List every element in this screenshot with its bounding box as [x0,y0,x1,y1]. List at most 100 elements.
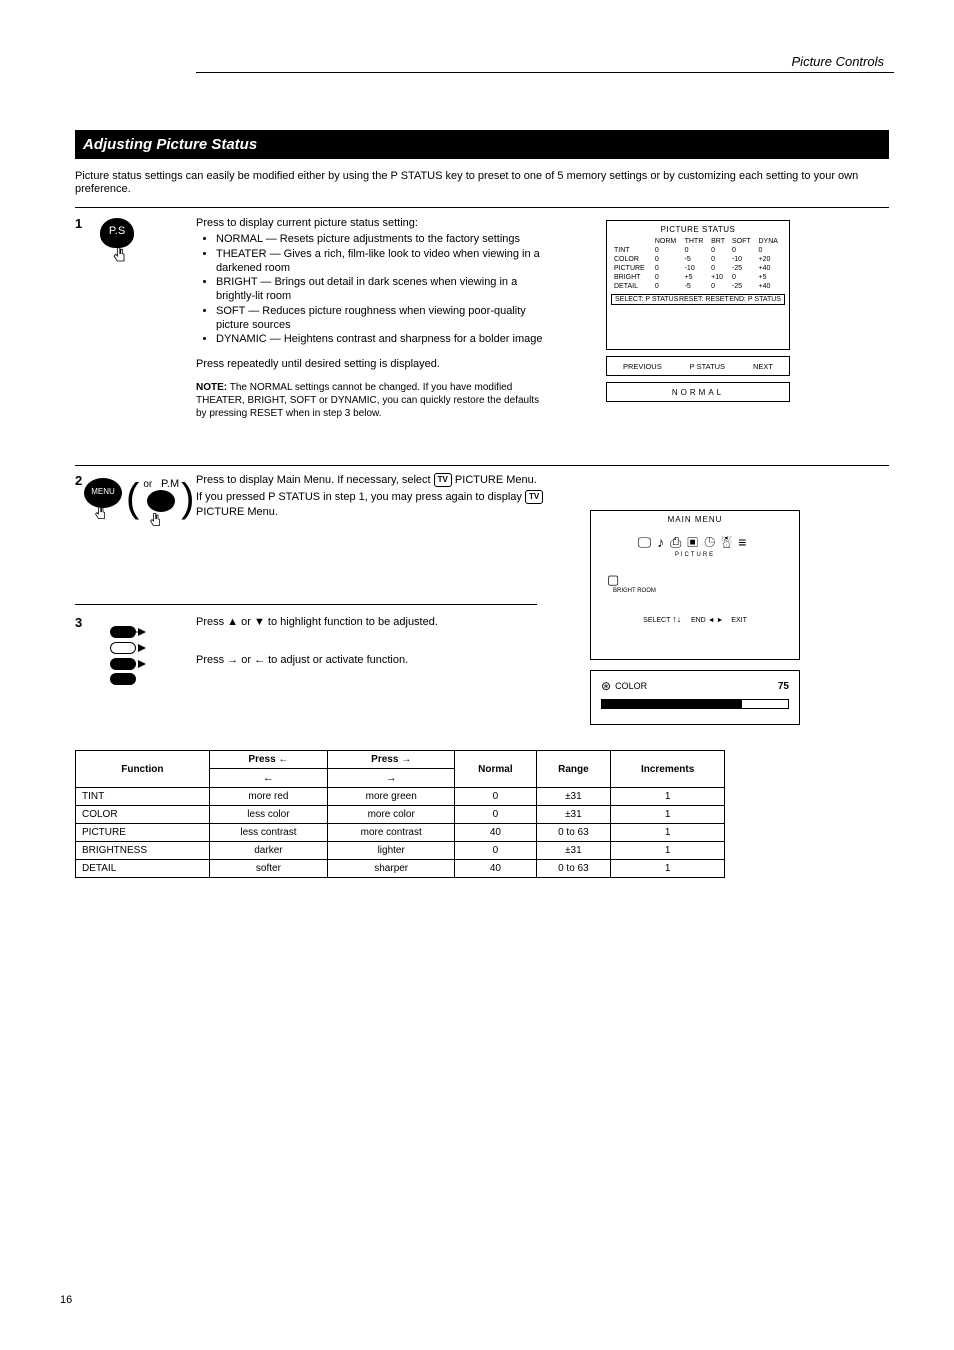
bright-room-label: BRIGHT ROOM [613,588,795,594]
parental-icon: ☃ [721,534,738,550]
page-number: 16 [60,1294,72,1306]
step3-number: 3 [75,615,82,630]
bottombar-item: RESET: RESET [679,296,729,303]
cell: more green [328,788,455,806]
osd-label: PICTURE [675,552,715,558]
table-row: BRIGHTNESS darker lighter 0 ±31 1 [76,842,725,860]
leftright-icon: ◄ ► [708,617,724,624]
step1-list: NORMAL — Resets picture adjustments to t… [216,232,546,346]
channels-icon: ⎙ [670,534,687,550]
col-head: NORM [654,238,682,245]
intro-text: Picture status settings can easily be mo… [75,170,889,196]
cell: COLOR [613,256,652,263]
or-label: or P.M [143,478,179,490]
cell: 0 [757,247,783,254]
step3-body: Press ▲ or ▼ to highlight function to be… [196,615,546,668]
cell: TINT [76,788,210,806]
col-head: THTR [684,238,709,245]
pstatus-title: PICTURE STATUS [611,225,785,234]
th-press-right: Press → [328,751,455,769]
cell: darker [209,842,327,860]
cell: -5 [684,283,709,290]
cell: 40 [455,824,536,842]
nav-item: SELECT [643,617,670,624]
list-item: NORMAL — Resets picture adjustments to t… [216,232,546,246]
main-menu-osd: MAIN MENU 🖵♪⎙▣◷☃≡ PICTURE ▢ BRIGHT ROOM … [590,510,800,660]
cell: 1 [611,842,725,860]
header-rule [196,72,894,73]
cell: +10 [710,274,729,281]
step1-lead: Press to display current picture status … [196,216,546,230]
list-item: BRIGHT — Brings out detail in dark scene… [216,275,546,304]
paren-left: ( [126,476,139,520]
arrow-right-icon [136,641,150,655]
section-title: Adjusting Picture Status [75,130,889,159]
cell: -10 [731,256,756,263]
step2-body: Press to display Main Menu. If necessary… [196,473,546,519]
adjustment-table: Function Press ← Press → Normal Range In… [75,750,725,878]
list-item: DYNAMIC — Heightens contrast and sharpne… [216,332,546,346]
pm-button-icon [147,490,175,512]
pstatus-bottombar: SELECT: P STATUS RESET: RESET END: P STA… [611,294,785,305]
page-header: Picture Controls [792,54,884,69]
color-slider [601,699,789,709]
cell: 0 [654,274,682,281]
cell: sharper [328,860,455,878]
cell: PICTURE [613,265,652,272]
cell: PICTURE [76,824,210,842]
cell: 0 [710,283,729,290]
osd-icon-row: 🖵♪⎙▣◷☃≡ [595,534,795,551]
cell: -10 [684,265,709,272]
color-dial-icon: ⊛ [601,679,611,693]
cell: more red [209,788,327,806]
tv-icon: TV [525,490,543,504]
cell: 0 to 63 [536,860,611,878]
list-item: SOFT — Reduces picture roughness when vi… [216,304,546,333]
cell: BRIGHT [613,274,652,281]
th-function: Function [76,751,210,788]
cell: less contrast [209,824,327,842]
col-head: DYNA [757,238,783,245]
paren-right: ) [181,476,194,520]
pstatus-button-icon: P.S [100,218,134,269]
cell: more color [328,806,455,824]
cell: +40 [757,283,783,290]
color-label-row: ⊛ COLOR 75 [601,679,789,693]
step3-rule [75,604,537,605]
th-arrow-right: → [328,769,455,788]
cell: +20 [757,256,783,263]
table-row: PICTURE less contrast more contrast 40 0… [76,824,725,842]
bottombar-item: END: P STATUS [729,296,781,303]
cell: 1 [611,788,725,806]
cell: more contrast [328,824,455,842]
osd-bright-room: ▢ BRIGHT ROOM [595,572,795,594]
cell: 0 [455,788,536,806]
nav-item: END [691,617,706,624]
cell: +5 [757,274,783,281]
step2-lead: Press to display Main Menu. If necessary… [196,473,546,487]
pstatus-nav: PREVIOUS P STATUS NEXT [606,356,790,376]
nav-next: NEXT [753,362,773,371]
osd-title: MAIN MENU [595,515,795,524]
cell: lighter [328,842,455,860]
closed-icon: ≡ [738,534,752,550]
step2-sub: If you pressed P STATUS in step 1, you m… [196,490,546,519]
step2-icons: MENU ( or P.M ) [84,478,196,530]
step1-number: 1 [75,216,82,231]
cell: 0 [654,283,682,290]
cell: 0 [710,265,729,272]
cell: 0 [654,265,682,272]
cell: less color [209,806,327,824]
color-value: 75 [778,681,789,692]
step3-lead: Press ▲ or ▼ to highlight function to be… [196,615,546,629]
col-head: SOFT [731,238,756,245]
color-adjust-osd: ⊛ COLOR 75 [590,670,800,725]
th-increments: Increments [611,751,725,788]
audio-icon: ♪ [657,534,670,550]
picture-icon: 🖵 [638,534,658,550]
picture-status-osd: PICTURE STATUS NORM THTR BRT SOFT DYNA T… [606,220,790,402]
pstatus-table: NORM THTR BRT SOFT DYNA TINT00000 COLOR0… [611,236,785,292]
col-head [613,238,652,245]
th-normal: Normal [455,751,536,788]
step3-icons [110,625,158,687]
